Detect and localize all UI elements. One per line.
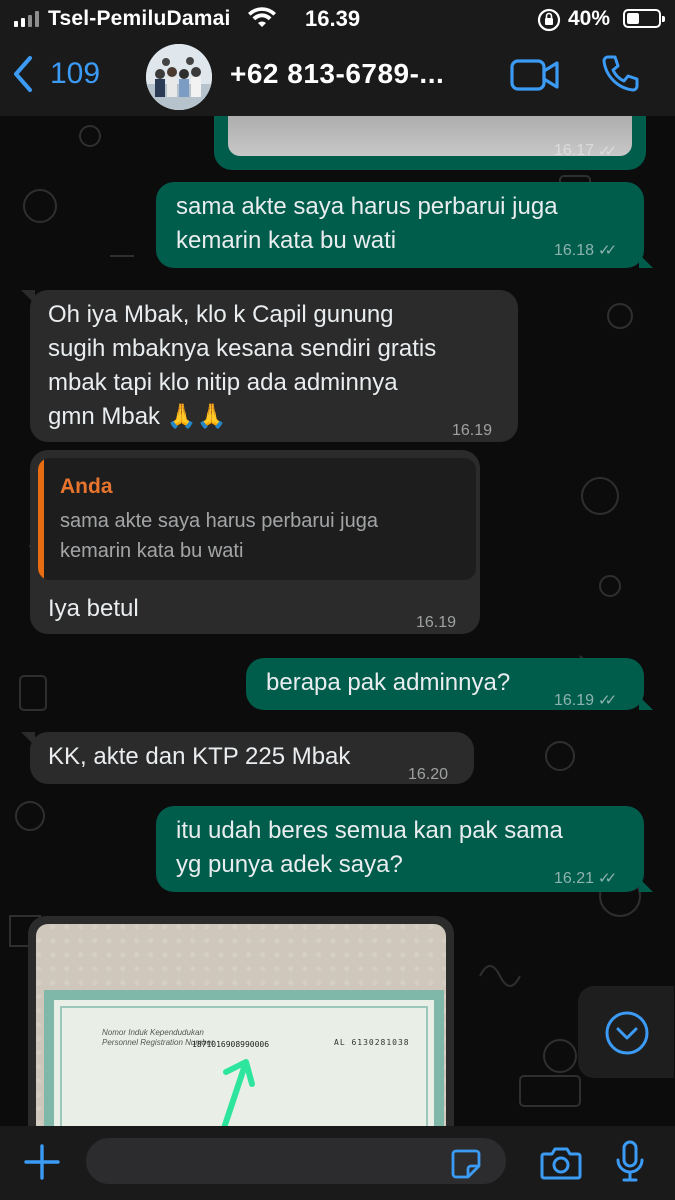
- plus-icon: [24, 1144, 60, 1180]
- quoted-message[interactable]: Anda sama akte saya harus perbarui juga …: [38, 458, 476, 580]
- quote-text: sama akte saya harus perbarui juga kemar…: [60, 506, 470, 566]
- document-serial: AL 6130281038: [334, 1038, 410, 1047]
- status-bar: Tsel-PemiluDamai 16.39 40%: [0, 0, 675, 40]
- read-receipt-icon: ✓✓: [598, 692, 617, 709]
- message-meta: 16.21 ✓✓: [554, 862, 617, 896]
- voice-call-button[interactable]: [600, 54, 640, 101]
- message-line: kemarin kata bu wati: [176, 227, 397, 254]
- scroll-to-bottom-button[interactable]: [578, 986, 674, 1078]
- quote-author: Anda: [60, 475, 113, 498]
- outgoing-message[interactable]: itu udah beres semua kan pak sama yg pun…: [156, 806, 653, 892]
- message-input-bar: [0, 1126, 675, 1200]
- incoming-image-message[interactable]: Nomor Induk Kependudukan Personnel Regis…: [28, 916, 454, 1126]
- outgoing-message[interactable]: sama akte saya harus perbarui juga kemar…: [156, 182, 653, 268]
- wifi-icon: [248, 6, 276, 35]
- message-text: KK, akte dan KTP 225 Mbak: [48, 743, 351, 770]
- message-meta: 16.19: [452, 414, 492, 448]
- back-chevron-icon: [14, 56, 32, 92]
- message-text: sama akte saya harus perbarui juga kemar…: [176, 190, 558, 258]
- back-button[interactable]: 109: [12, 54, 100, 94]
- message-text: Oh iya Mbak, klo k Capil gunung sugih mb…: [48, 298, 436, 434]
- read-receipt-icon: ✓✓: [598, 242, 617, 259]
- image-thumbnail[interactable]: Nomor Induk Kependudukan Personnel Regis…: [36, 924, 446, 1126]
- contact-avatar[interactable]: [146, 44, 212, 110]
- incoming-reply-message[interactable]: Anda sama akte saya harus perbarui juga …: [30, 450, 480, 634]
- message-meta: 16.20: [408, 758, 448, 792]
- camera-icon: [540, 1147, 582, 1180]
- message-input[interactable]: [86, 1138, 506, 1184]
- message-line: gmn Mbak 🙏🙏: [48, 403, 227, 430]
- message-time: 16.21: [554, 870, 595, 887]
- message-text: Iya betul: [48, 595, 139, 622]
- message-line: Oh iya Mbak, klo k Capil gunung: [48, 301, 394, 328]
- sticker-button[interactable]: [450, 1148, 482, 1185]
- message-time: 16.17: [554, 142, 595, 159]
- quote-line: sama akte saya harus perbarui juga: [60, 510, 378, 532]
- sticker-icon: [451, 1149, 481, 1179]
- voice-message-button[interactable]: [614, 1140, 646, 1189]
- chat-header: 109 +62 813-6789-...: [0, 40, 675, 116]
- message-text: itu udah beres semua kan pak sama yg pun…: [176, 814, 563, 882]
- message-line: sugih mbaknya kesana sendiri gratis: [48, 335, 437, 362]
- camera-button[interactable]: [540, 1146, 582, 1185]
- message-line: itu udah beres semua kan pak sama: [176, 817, 563, 844]
- incoming-message[interactable]: Oh iya Mbak, klo k Capil gunung sugih mb…: [21, 290, 518, 442]
- battery-level: [627, 13, 639, 24]
- document-number: 1871016908990006: [192, 1040, 270, 1049]
- phone-icon: [602, 55, 639, 92]
- status-time: 16.39: [305, 6, 361, 31]
- unread-count: 109: [50, 57, 101, 90]
- message-line: mbak tapi klo nitip ada adminnya: [48, 369, 398, 396]
- chevron-down-circle-icon: [605, 1011, 649, 1055]
- incoming-message[interactable]: KK, akte dan KTP 225 Mbak 16.20: [21, 732, 474, 784]
- video-call-button[interactable]: [510, 58, 560, 97]
- microphone-icon: [616, 1140, 644, 1182]
- message-meta: 16.19 ✓✓: [554, 684, 617, 718]
- orientation-lock-icon: [536, 7, 562, 38]
- document-photo: Nomor Induk Kependudukan Personnel Regis…: [44, 990, 444, 1126]
- cellular-signal-icon: [14, 11, 39, 27]
- quote-line: kemarin kata bu wati: [60, 540, 244, 562]
- message-line: sama akte saya harus perbarui juga: [176, 193, 558, 220]
- battery-percent: 40%: [568, 7, 611, 30]
- carrier-name: Tsel-PemiluDamai: [48, 7, 231, 30]
- message-time: 16.19: [554, 692, 595, 709]
- battery-icon: [623, 9, 665, 28]
- contact-name[interactable]: +62 813-6789-...: [230, 58, 444, 90]
- chat-area[interactable]: 16.17 ✓✓ sama akte saya harus perbarui j…: [0, 116, 675, 1126]
- message-time: 16.19: [416, 614, 457, 631]
- document-label-line: Nomor Induk Kependudukan: [102, 1028, 204, 1037]
- message-line: yg punya adek saya?: [176, 851, 403, 878]
- message-time: 16.18: [554, 242, 595, 259]
- green-arrow-annotation: [221, 1059, 255, 1126]
- attach-button[interactable]: [22, 1142, 62, 1187]
- read-receipt-icon: ✓✓: [598, 143, 617, 160]
- message-time: 16.20: [408, 766, 449, 783]
- quote-accent-bar: [38, 458, 44, 580]
- read-receipt-icon: ✓✓: [598, 870, 617, 887]
- outgoing-image-message[interactable]: 16.17 ✓✓: [214, 116, 646, 170]
- message-meta: 16.18 ✓✓: [554, 234, 617, 268]
- message-time: 16.19: [452, 422, 493, 439]
- video-camera-icon: [510, 59, 559, 91]
- message-text: berapa pak adminnya?: [266, 669, 511, 696]
- message-meta: 16.17 ✓✓: [554, 142, 617, 160]
- outgoing-message[interactable]: berapa pak adminnya? 16.19 ✓✓: [246, 658, 653, 710]
- message-meta: 16.19: [416, 606, 456, 640]
